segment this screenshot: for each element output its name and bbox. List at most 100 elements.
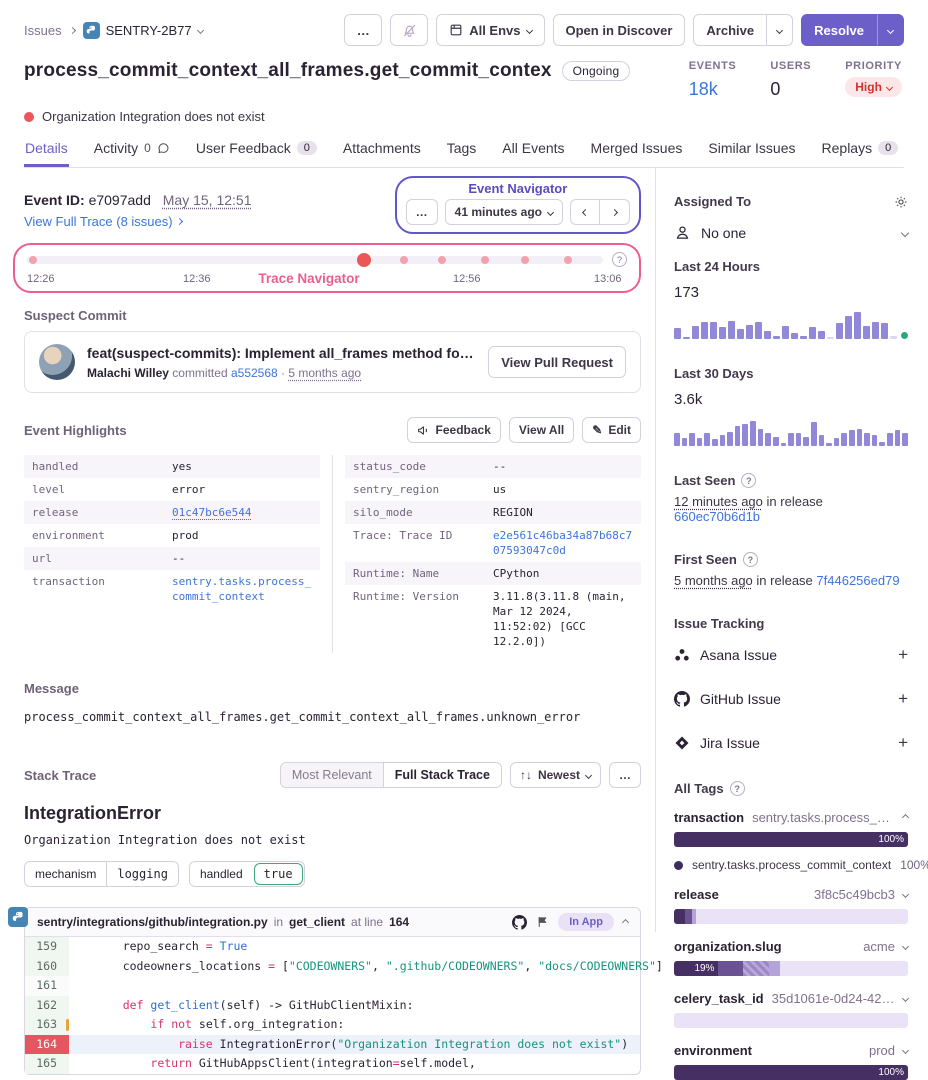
trace-event-dot-icon[interactable] [438,256,446,264]
archive-button[interactable]: Archive [693,14,767,46]
tag-segment [696,909,908,924]
tab-details[interactable]: Details [24,140,69,167]
trace-timeline[interactable] [27,256,603,264]
help-icon[interactable]: ? [730,781,745,796]
help-icon[interactable]: ? [741,473,756,488]
chart-bar [872,435,878,446]
breadcrumb-issues[interactable]: Issues [24,23,62,38]
plus-icon[interactable]: + [898,736,908,750]
resolve-dropdown-button[interactable] [877,14,904,46]
edit-button[interactable]: ✎Edit [582,417,641,443]
priority-badge[interactable]: High [845,77,902,97]
trace-event-dot-icon[interactable] [29,256,37,264]
code-line[interactable]: 159 repo_search = True [25,937,640,957]
status-badge: Ongoing [562,61,631,81]
code-text: return GitHubAppsClient(integration=self… [69,1054,476,1074]
plus-icon[interactable]: + [898,648,908,662]
event-more-button[interactable]: … [406,199,438,225]
tag-header[interactable]: release 3f8c5c49bcb3 [674,887,908,902]
tab-tags[interactable]: Tags [446,140,478,167]
tab-replays[interactable]: Replays0 [821,140,900,167]
tag-header[interactable]: organization.slug acme [674,939,908,954]
gear-icon[interactable] [894,195,908,209]
trace-event-dot-icon[interactable] [521,256,529,264]
tab-activity[interactable]: Activity0 [93,140,171,167]
commit-age[interactable]: 5 months ago [288,366,361,380]
trace-event-dot-icon[interactable] [564,256,572,264]
highlight-key: status_code [353,459,493,474]
full-stack-trace-toggle[interactable]: Full Stack Trace [383,763,501,787]
collapse-frame-icon[interactable] [622,918,629,925]
asana-issue-row[interactable]: Asana Issue + [674,641,908,685]
view-full-trace-link[interactable]: View Full Trace (8 issues) [24,214,182,229]
highlight-value-link[interactable]: sentry.tasks.process_commit_context [172,574,312,604]
issue-short-id[interactable]: SENTRY-2B77 [83,22,203,39]
code-line[interactable]: 162 def get_client(self) -> GitHubClient… [25,996,640,1016]
tab-attachments[interactable]: Attachments [342,140,422,167]
python-platform-icon [8,907,28,927]
view-all-button[interactable]: View All [509,417,574,443]
highlight-key: release [32,505,172,520]
more-actions-button[interactable]: … [344,14,382,46]
assignee-selector[interactable]: No one [674,219,908,259]
trace-event-dot-icon[interactable] [481,256,489,264]
help-icon[interactable]: ? [612,252,627,267]
users-count[interactable]: 0 [770,79,811,100]
tag-celery-task-id: celery_task_id 35d1061e-0d24-4258-… [674,991,908,1028]
open-in-discover-button[interactable]: Open in Discover [553,14,686,46]
tag-value-row[interactable]: sentry.tasks.process_commit_context 100% [674,858,908,872]
tag-header[interactable]: transaction sentry.tasks.process_commit_… [674,810,908,825]
view-pull-request-button[interactable]: View Pull Request [488,346,626,378]
event-id-value[interactable]: e7097add [89,192,151,208]
last-30-days-count: 3.6k [674,391,908,408]
tab-similar-issues[interactable]: Similar Issues [707,140,796,167]
sort-icon: ↑↓ [520,768,532,782]
current-event-dot-icon[interactable] [357,253,371,267]
frame-header[interactable]: sentry/integrations/github/integration.p… [25,908,640,937]
flag-icon[interactable] [536,915,549,929]
plus-icon[interactable]: + [898,692,908,706]
help-icon[interactable]: ? [743,552,758,567]
code-line[interactable]: 164 raise IntegrationError("Organization… [25,1035,640,1055]
chart-bar [887,433,893,446]
first-seen-release-link[interactable]: 7f446256ed79 [816,573,899,588]
chart-bar [689,433,695,446]
tag-header[interactable]: environment prod [674,1043,908,1058]
event-age-dropdown[interactable]: 41 minutes ago [445,199,563,225]
mute-alerts-button[interactable] [390,14,428,46]
feedback-button[interactable]: Feedback [407,417,501,443]
error-level-dot-icon [24,112,34,122]
tab-merged-issues[interactable]: Merged Issues [590,140,684,167]
github-issue-row[interactable]: GitHub Issue + [674,685,908,729]
github-icon[interactable] [512,915,527,930]
environment-selector[interactable]: All Envs [436,14,544,46]
highlight-value-link[interactable]: 01c47bc6e544 [172,505,251,520]
stack-more-button[interactable]: … [609,762,641,788]
code-line[interactable]: 163 if not self.org_integration: [25,1015,640,1035]
tab-user-feedback[interactable]: User Feedback0 [195,140,318,167]
trace-event-dot-icon[interactable] [400,256,408,264]
highlight-value-link[interactable]: e2e561c46ba34a87b68c707593047c0d [493,528,633,558]
previous-event-button[interactable] [570,199,600,225]
most-relevant-toggle[interactable]: Most Relevant [281,763,383,787]
last-seen-text: 12 minutes ago in release 660ec70b6d1b [674,494,908,524]
next-event-button[interactable] [600,199,630,225]
code-line[interactable]: 165 return GitHubAppsClient(integration=… [25,1054,640,1074]
resolve-button[interactable]: Resolve [801,14,877,46]
chart-bar [879,442,885,446]
code-line[interactable]: 160 codeowners_locations = ["CODEOWNERS"… [25,957,640,977]
last-seen-heading: Last Seen ? [674,473,908,488]
last-seen-release-link[interactable]: 660ec70b6d1b [674,509,760,524]
archive-dropdown-button[interactable] [767,14,793,46]
handled-pill[interactable]: handled true [189,861,305,887]
sort-dropdown[interactable]: ↑↓ Newest [510,762,601,788]
tab-all-events[interactable]: All Events [501,140,565,167]
last-24-hours-count: 173 [674,284,908,301]
events-count[interactable]: 18k [689,79,737,100]
mechanism-pill[interactable]: mechanism logging [24,861,179,887]
jira-issue-row[interactable]: Jira Issue + [674,729,908,773]
event-date[interactable]: May 15, 12:51 [163,192,252,208]
tag-header[interactable]: celery_task_id 35d1061e-0d24-4258-… [674,991,908,1006]
code-line[interactable]: 161 [25,976,640,996]
commit-sha-link[interactable]: a552568 [231,366,278,380]
